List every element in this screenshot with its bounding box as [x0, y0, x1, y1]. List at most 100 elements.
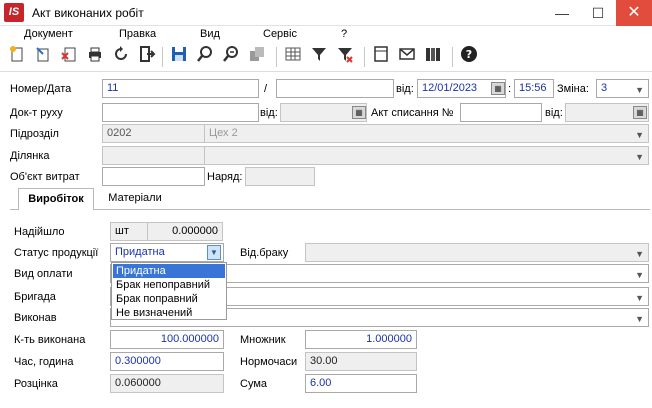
number-input[interactable]: 11 [102, 79, 259, 98]
chevron-down-icon: ▼ [635, 130, 644, 140]
refresh-icon[interactable] [110, 45, 132, 67]
chevron-down-icon: ▼ [635, 270, 644, 280]
tab-materials[interactable]: Матеріали [100, 188, 170, 210]
writeoff-number-input[interactable] [460, 103, 542, 122]
grid-icon[interactable] [282, 45, 304, 67]
chevron-down-icon[interactable]: ▼ [207, 245, 221, 260]
status-dropdown-list: Придатна Брак непоправний Брак поправний… [111, 262, 227, 320]
edit-doc-icon[interactable] [32, 45, 54, 67]
exit-icon[interactable] [136, 45, 158, 67]
slash-label: / [264, 83, 268, 95]
minimize-button[interactable]: — [544, 0, 580, 26]
multiplier-label: Множник [240, 334, 286, 346]
status-value: Придатна [115, 246, 165, 258]
status-option-repairable[interactable]: Брак поправний [113, 292, 225, 306]
received-value: 0.000000 [147, 222, 223, 241]
rate-value: 0.060000 [110, 374, 224, 393]
chevron-down-icon: ▼ [635, 85, 644, 95]
toolbar-separator [452, 47, 453, 67]
defect-type-select: ▼ [305, 243, 649, 262]
brigade-label: Бригада [14, 291, 56, 303]
tab-production[interactable]: Виробіток [18, 188, 94, 210]
received-unit: шт [110, 222, 148, 241]
division-label: Підрозділ [10, 128, 59, 140]
chevron-down-icon: ▼ [635, 152, 644, 162]
title-bar: IS Акт виконаних робіт — ☐ ✕ [0, 0, 652, 26]
time-input[interactable]: 15:56 [514, 79, 554, 98]
section-label: Ділянка [10, 150, 50, 162]
received-label: Надійшло [14, 226, 65, 238]
status-option-irreparable[interactable]: Брак непоправний [113, 278, 225, 292]
copy-icon[interactable] [246, 45, 268, 67]
sum-label: Сума [240, 378, 268, 390]
multiplier-input[interactable]: 1.000000 [305, 330, 417, 349]
division-name-select: Цех 2 ▼ [204, 124, 649, 143]
shift-value: 3 [601, 82, 608, 94]
toolbar-separator [276, 47, 277, 67]
movement-doc-input[interactable] [102, 103, 259, 122]
search-next-icon[interactable] [220, 45, 242, 67]
time-hours-input[interactable]: 0.300000 [110, 352, 224, 371]
norm-hours-label: Нормочаси [240, 356, 298, 368]
number-suffix-input[interactable] [276, 79, 394, 98]
toolbar-separator [162, 47, 163, 67]
new-doc-icon[interactable] [6, 45, 28, 67]
save-icon[interactable] [168, 45, 190, 67]
calendar-icon[interactable]: ▦ [491, 82, 505, 95]
sum-input[interactable]: 6.00 [305, 374, 417, 393]
status-option-fit[interactable]: Придатна [113, 264, 225, 278]
cost-object-input[interactable] [102, 167, 205, 186]
svg-text:?: ? [466, 48, 472, 61]
pay-type-label: Вид оплати [14, 268, 73, 280]
menu-edit[interactable]: Правка [119, 26, 156, 42]
window-title: Акт виконаних робіт [32, 6, 144, 20]
section-code-input [102, 146, 205, 165]
chevron-down-icon: ▼ [635, 293, 644, 303]
norm-hours-value: 30.00 [305, 352, 417, 371]
menu-bar: Документ Правка Вид Сервіс ? [0, 26, 652, 42]
movement-doc-label: Док-т руху [10, 107, 63, 119]
cost-object-label: Об'єкт витрат [10, 171, 80, 183]
number-date-label: Номер/Дата [10, 83, 72, 95]
order-label: Наряд: [207, 171, 243, 183]
time-colon-label: : [508, 83, 512, 95]
shift-select[interactable]: 3 ▼ [596, 79, 649, 98]
menu-document[interactable]: Документ [24, 26, 73, 42]
qty-done-input[interactable]: 100.000000 [110, 330, 224, 349]
qty-done-label: К-ть виконана [14, 334, 86, 346]
writeoff-from-label: від: [545, 107, 563, 119]
close-button[interactable]: ✕ [616, 0, 652, 26]
chevron-down-icon: ▼ [635, 249, 644, 259]
filter-icon[interactable] [308, 45, 330, 67]
library-icon[interactable] [422, 45, 444, 67]
date-from-label: від: [396, 83, 414, 95]
app-logo-icon: IS [4, 3, 24, 22]
movement-from-label: від: [260, 107, 278, 119]
shift-label: Зміна: [557, 83, 589, 95]
section-name-select: ▼ [204, 146, 649, 165]
toolbar: ? [0, 42, 652, 72]
calendar-icon: ▦ [633, 106, 647, 119]
status-label: Статус продукції [14, 247, 99, 259]
document-icon[interactable] [370, 45, 392, 67]
toolbar-separator [364, 47, 365, 67]
calendar-icon: ▦ [352, 106, 366, 119]
chevron-down-icon: ▼ [635, 314, 644, 324]
rate-label: Розцінка [14, 378, 58, 390]
division-code-input: 0202 [102, 124, 205, 143]
defect-type-label: Від.браку [240, 247, 289, 259]
menu-view[interactable]: Вид [200, 26, 220, 42]
delete-doc-icon[interactable] [58, 45, 80, 67]
menu-help[interactable]: ? [341, 26, 347, 42]
performer-label: Виконав [14, 312, 57, 324]
writeoff-label: Акт списання № [371, 107, 454, 119]
status-option-undefined[interactable]: Не визначений [113, 306, 225, 320]
time-hours-label: Час, година [14, 356, 74, 368]
help-icon[interactable]: ? [458, 45, 480, 67]
print-icon[interactable] [84, 45, 106, 67]
menu-service[interactable]: Сервіс [263, 26, 297, 42]
search-icon[interactable] [194, 45, 216, 67]
filter-off-icon[interactable] [334, 45, 356, 67]
maximize-button[interactable]: ☐ [580, 0, 616, 26]
mail-icon[interactable] [396, 45, 418, 67]
